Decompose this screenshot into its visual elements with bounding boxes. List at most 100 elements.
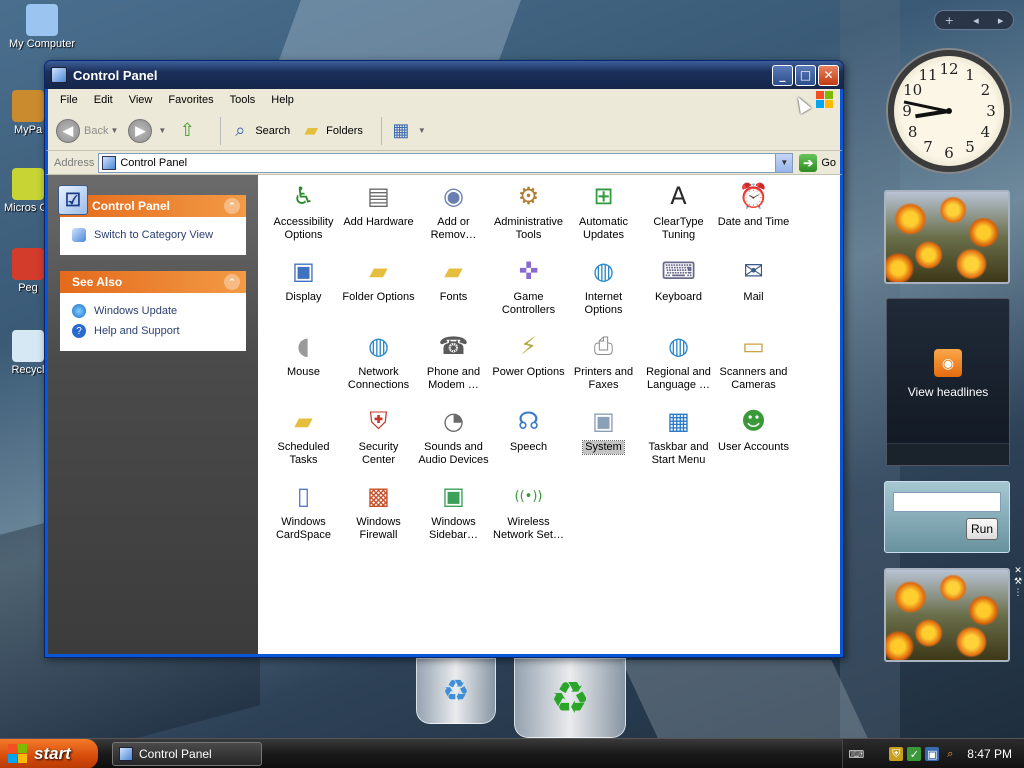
mouse-icon: ◖ [297, 332, 310, 360]
cp-item[interactable]: ⎙ Printers and Faxes [566, 329, 641, 404]
clock-number: 11 [918, 65, 938, 84]
cp-item[interactable]: ▣ Display [266, 254, 341, 329]
add-gadget-icon[interactable]: + [945, 14, 954, 27]
cp-item[interactable]: ◉ Add or Remov… [416, 179, 491, 254]
collapse-icon[interactable]: ⌃ [224, 274, 240, 290]
desktop-icon[interactable]: My Computer [4, 4, 80, 50]
cp-item[interactable]: ⏰ Date and Time [716, 179, 791, 254]
switch-category-view-link[interactable]: Switch to Category View [72, 225, 236, 245]
run-button[interactable]: Run [966, 518, 998, 540]
close-icon[interactable]: ✕ [1014, 566, 1022, 576]
recycle-bin-large[interactable]: ♻ [514, 658, 626, 738]
slideshow-gadget[interactable] [884, 190, 1010, 284]
cp-item[interactable]: ◍ Network Connections [341, 329, 416, 404]
cp-item[interactable]: ⌨ Keyboard [641, 254, 716, 329]
run-input[interactable] [893, 492, 1001, 512]
forward-button[interactable]: ▶ ▼ [128, 118, 166, 143]
clock-time[interactable]: 8:47 PM [967, 747, 1012, 761]
menu-help[interactable]: Help [263, 92, 302, 108]
minimize-button[interactable]: _ [772, 64, 793, 86]
title-bar[interactable]: Control Panel _ □ ✕ [45, 61, 843, 89]
cp-item[interactable]: ⚡ Power Options [491, 329, 566, 404]
drag-handle-icon[interactable]: ⋮ [1014, 588, 1023, 598]
cp-item[interactable]: ☻ User Accounts [716, 404, 791, 479]
control-panel-pane-header[interactable]: ☑ Control Panel ⌃ [58, 185, 246, 217]
views-icon: ▦ [392, 120, 410, 140]
folders-button[interactable]: ▰ Folders [300, 120, 363, 142]
search-button[interactable]: ⌕ Search [229, 120, 290, 142]
cp-item[interactable]: ⛨ Security Center [341, 404, 416, 479]
cp-item[interactable]: ⊞ Automatic Updates [566, 179, 641, 254]
see-also-pane-header[interactable]: See Also ⌃ [60, 271, 246, 293]
up-button[interactable]: ⇧ [176, 120, 202, 142]
cp-item[interactable]: ▭ Scanners and Cameras [716, 329, 791, 404]
maximize-button[interactable]: □ [795, 64, 816, 86]
clock-gadget[interactable]: 12 1 2 3 4 5 6 7 8 9 10 11 [888, 50, 1010, 172]
forward-arrow-icon: ▶ [128, 118, 153, 143]
cp-item[interactable]: ◍ Internet Options [566, 254, 641, 329]
cp-item-label: Mouse [286, 366, 321, 378]
cp-item[interactable]: ((•)) Wireless Network Set… [491, 479, 566, 554]
back-button[interactable]: ◀ Back ▼ [56, 118, 118, 143]
cp-item-label: Add Hardware [343, 216, 414, 228]
cp-item[interactable]: ▰ Folder Options [341, 254, 416, 329]
security-shield-icon[interactable]: ⛨ [889, 747, 904, 761]
network-icon[interactable]: ▣ [925, 747, 940, 761]
cp-item[interactable]: ▰ Scheduled Tasks [266, 404, 341, 479]
cp-item[interactable]: ▣ Windows Sidebar… [416, 479, 491, 554]
previous-icon[interactable]: ◂ [973, 14, 979, 27]
views-button[interactable]: ▦ ▼ [390, 120, 425, 142]
cp-item[interactable]: ✜ Game Controllers [491, 254, 566, 329]
menu-view[interactable]: View [121, 92, 161, 108]
cp-item[interactable]: ▩ Windows Firewall [341, 479, 416, 554]
cp-item[interactable]: ◔ Sounds and Audio Devices [416, 404, 491, 479]
feed-headlines-gadget[interactable]: ◉ View headlines [886, 298, 1010, 466]
collapse-icon[interactable]: ⌃ [224, 198, 240, 214]
slideshow-gadget[interactable] [884, 568, 1010, 662]
close-button[interactable]: ✕ [818, 64, 839, 86]
cp-item[interactable]: ☎ Phone and Modem … [416, 329, 491, 404]
menu-tools[interactable]: Tools [222, 92, 264, 108]
cp-item[interactable]: ⚙ Administrative Tools [491, 179, 566, 254]
address-dropdown-button[interactable]: ▼ [775, 153, 793, 172]
menu-file[interactable]: File [52, 92, 86, 108]
cp-item-label: Windows Sidebar… [429, 516, 478, 541]
wrench-icon[interactable]: ⚒ [1014, 577, 1022, 587]
cp-item-label: Mail [743, 291, 764, 303]
wireless-icon[interactable]: ✓ [907, 747, 922, 761]
cp-item[interactable]: ▰ Fonts [416, 254, 491, 329]
start-button[interactable]: start [0, 738, 98, 768]
search-icon[interactable]: ⌕ [943, 747, 957, 761]
chevron-down-icon[interactable]: ▼ [158, 126, 166, 135]
cp-item[interactable]: ▤ Add Hardware [341, 179, 416, 254]
cp-item-label: Scheduled Tasks [277, 441, 330, 466]
regional-language-icon: ◍ [668, 332, 689, 360]
cp-item[interactable]: ▦ Taskbar and Start Menu [641, 404, 716, 479]
taskbar-button-control-panel[interactable]: Control Panel [112, 741, 262, 766]
close-icon: ✕ [823, 68, 834, 82]
help-support-link[interactable]: ? Help and Support [72, 321, 236, 341]
pane-title: Control Panel [92, 199, 171, 213]
recycle-bin-desktop[interactable]: ♻ [416, 658, 496, 724]
cp-item[interactable]: ▯ Windows CardSpace [266, 479, 341, 554]
menu-favorites[interactable]: Favorites [160, 92, 221, 108]
cp-item[interactable]: ✉ Mail [716, 254, 791, 329]
cp-item[interactable]: ♿ Accessibility Options [266, 179, 341, 254]
cp-item[interactable]: ▣ System [566, 404, 641, 479]
game-icon [12, 248, 44, 280]
cp-item[interactable]: ◍ Regional and Language … [641, 329, 716, 404]
feed-label[interactable]: View headlines [908, 385, 989, 399]
cp-item[interactable]: ◖ Mouse [266, 329, 341, 404]
keyboard-icon[interactable]: ⌨ [848, 747, 864, 761]
cp-item[interactable]: A ClearType Tuning [641, 179, 716, 254]
next-icon[interactable]: ▸ [998, 14, 1004, 27]
go-button[interactable]: ➔ Go [799, 153, 836, 172]
address-input[interactable]: Control Panel ▼ [98, 152, 794, 173]
cp-item-label: Scanners and Cameras [719, 366, 788, 391]
cp-item[interactable]: ☊ Speech [491, 404, 566, 479]
display-icon: ▣ [292, 257, 315, 285]
windows-update-link[interactable]: Windows Update [72, 301, 236, 321]
menu-edit[interactable]: Edit [86, 92, 121, 108]
chevron-down-icon[interactable]: ▼ [110, 126, 118, 135]
mail-icon: ✉ [743, 257, 764, 285]
